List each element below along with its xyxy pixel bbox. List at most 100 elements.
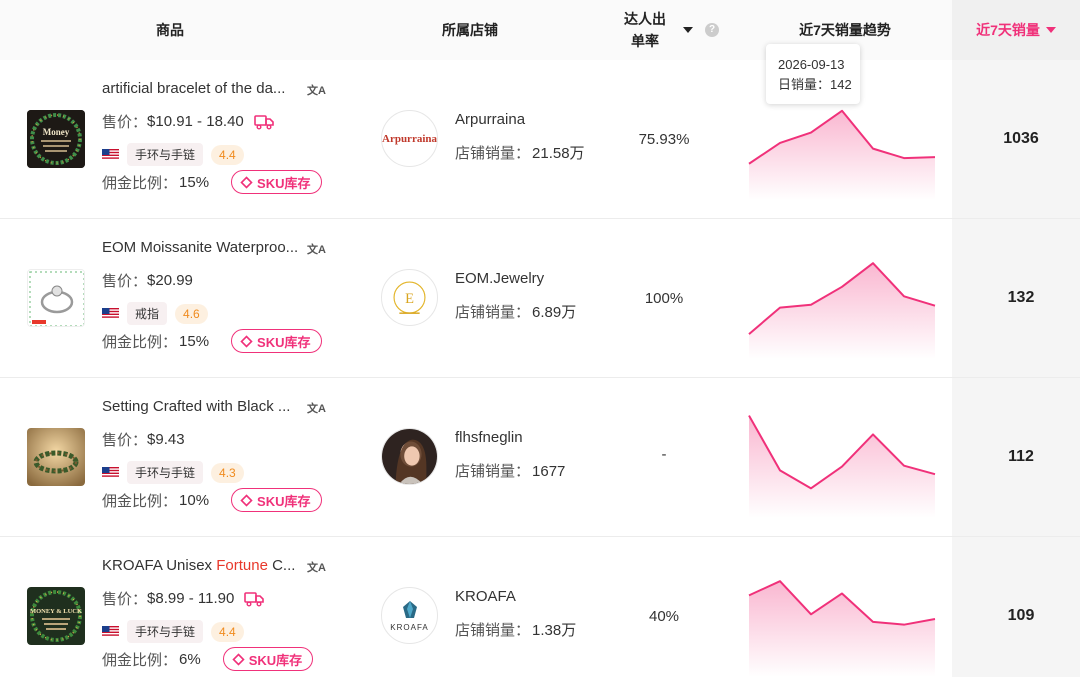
shop-sales: 店铺销量： 21.58万 [455,142,585,163]
shop-name[interactable]: flhsfneglin [455,429,523,446]
product-thumbnail[interactable] [27,428,85,486]
commission: 佣金比例： 15% SKU库存 [102,170,322,194]
shop-logo-text: Arpurraina [382,132,437,145]
product-price: 售价： $8.99 - 11.90 [102,588,265,609]
commission-value: 10% [179,491,210,509]
shop-sales-value: 6.89万 [532,304,577,321]
product-thumbnail[interactable]: Money [27,110,85,168]
shop-sales-label: 店铺销量： [455,463,531,480]
product-meta: 手环与手链 4.4 [102,620,244,643]
product-name[interactable]: EOM Moissanite Waterproo... [102,239,298,256]
product-name[interactable]: KROAFA Unisex Fortune C... [102,557,295,574]
sku-stock-button[interactable]: SKU库存 [231,170,322,194]
free-shipping-truck-icon [244,591,265,606]
category-tag: 戒指 [127,302,168,325]
shop-logo-text: KROAFA [390,623,429,632]
commission: 佣金比例： 10% SKU库存 [102,488,322,512]
column-header-product: 商品 [156,22,184,38]
creator-order-rate: - [661,446,667,463]
price-label: 售价： [102,591,148,608]
sku-stock-button[interactable]: SKU库存 [231,488,322,512]
seven-day-sales: 112 [1008,448,1034,465]
rating-badge: 4.6 [175,303,208,324]
shop-sales-label: 店铺销量： [455,304,531,321]
category-tag: 手环与手链 [127,620,204,643]
product-name[interactable]: Setting Crafted with Black ... [102,398,290,415]
shop-sales-value: 1.38万 [532,622,577,639]
seven-day-sales: 109 [1007,607,1035,624]
shop-logo[interactable]: KROAFA [381,587,438,644]
shop-name[interactable]: EOM.Jewelry [455,270,544,287]
translate-icon[interactable]: 文A [307,400,326,416]
commission-label: 佣金比例： [102,174,178,192]
sales-trend-sparkline[interactable] [748,398,938,518]
shop-logo[interactable]: Arpurraina [381,110,438,167]
product-price: 售价： $10.91 - 18.40 [102,111,274,132]
commission: 佣金比例： 15% SKU库存 [102,329,322,353]
category-tag: 手环与手链 [127,461,204,484]
sales-trend-sparkline[interactable] [748,239,938,359]
sort-caret-down-icon[interactable] [683,27,693,33]
product-thumbnail[interactable] [27,269,85,327]
product-meta: 手环与手链 4.4 [102,143,244,166]
product-name-after: C... [267,557,296,574]
commission-value: 15% [179,332,210,350]
price-label: 售价： [102,114,148,131]
shop-logo[interactable]: E [381,269,438,326]
rating-badge: 4.4 [211,144,244,165]
table-row[interactable]: Money artificial bracelet of the da... 文… [0,60,1080,219]
product-price: 售价： $9.43 [102,429,185,450]
sparkline-area [749,110,935,200]
commission-value: 15% [179,173,210,191]
sku-label: SKU库存 [257,334,311,350]
creator-rate-label: 达人出 单率 [624,11,666,49]
price-label: 售价： [102,432,148,449]
commission: 佣金比例： 6% SKU库存 [102,647,314,671]
product-thumbnail[interactable]: MONEY & LUCK [27,587,85,645]
svg-text:E: E [405,291,414,307]
sku-stock-button[interactable]: SKU库存 [231,329,322,353]
table-header: 商品 所属店铺 达人出 单率 ? 近7天销量趋势 近7天销量 [0,0,1080,60]
product-meta: 手环与手链 4.3 [102,461,244,484]
commission-value: 6% [179,650,201,668]
sku-label: SKU库存 [257,175,311,191]
sort-caret-down-icon[interactable] [1045,27,1056,33]
column-header-shop: 所属店铺 [442,22,498,38]
trend-tooltip: 2026-09-13 日销量：142 [766,44,860,104]
translate-icon[interactable]: 文A [307,559,326,575]
table-row[interactable]: EOM Moissanite Waterproo... 文A 售价： $20.9… [0,219,1080,378]
eom-logo-icon: E [393,281,426,314]
creator-order-rate: 75.93% [638,131,690,148]
help-icon[interactable]: ? [705,23,719,37]
category-tag: 手环与手链 [127,143,204,166]
commission-label: 佣金比例： [102,651,178,669]
shop-name[interactable]: KROAFA [455,588,516,605]
price-value: $8.99 - 11.90 [147,590,235,607]
sku-label: SKU库存 [248,652,303,668]
shop-name[interactable]: Arpurraina [455,111,525,128]
price-value: $9.43 [147,431,185,448]
product-price: 售价： $20.99 [102,270,193,291]
column-header-creator-rate[interactable]: 达人出 单率 ? [600,0,720,60]
thumb-text: Money [43,127,70,137]
translate-icon[interactable]: 文A [307,241,326,257]
rating-badge: 4.3 [211,462,244,483]
sku-stock-button[interactable]: SKU库存 [222,647,314,671]
column-header-7day-sales[interactable]: 近7天销量 [952,0,1080,60]
creator-order-rate: 100% [644,290,684,307]
tooltip-label: 日销量： [778,77,831,92]
table-row[interactable]: MONEY & LUCK KROAFA Unisex Fortune C... … [0,537,1080,677]
sku-tag-icon [232,652,245,666]
tooltip-value: 142 [830,77,852,92]
creator-order-rate: 40% [648,608,680,625]
price-value: $20.99 [147,272,193,289]
tooltip-date: 2026-09-13 [778,57,845,72]
price-label: 售价： [102,273,148,290]
product-name[interactable]: artificial bracelet of the da... [102,80,285,97]
shop-sales: 店铺销量： 1677 [455,460,565,481]
sales-trend-sparkline[interactable] [748,557,938,677]
us-flag-icon [102,308,119,319]
table-row[interactable]: Setting Crafted with Black ... 文A 售价： $9… [0,378,1080,537]
translate-icon[interactable]: 文A [307,82,326,98]
shop-logo[interactable] [381,428,438,485]
